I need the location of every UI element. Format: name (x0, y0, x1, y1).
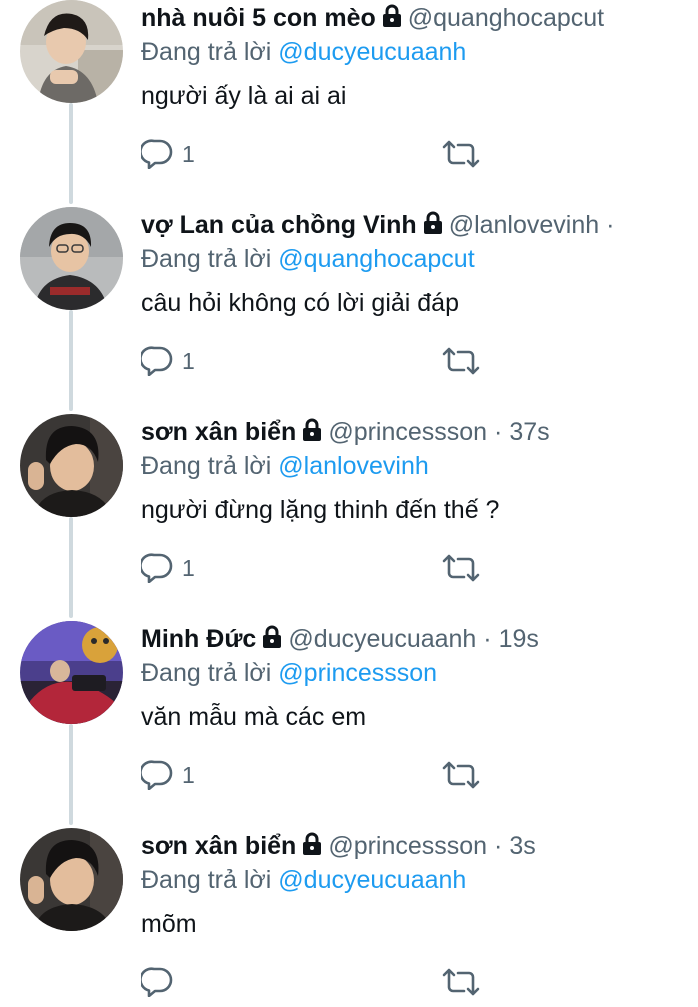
lock-icon (262, 625, 282, 655)
retweet-icon (442, 347, 480, 375)
retweet-icon (442, 761, 480, 789)
avatar[interactable] (20, 828, 123, 931)
tweet-header: Minh Đức @ducyeucuaanh · 19s (141, 623, 698, 655)
tweet[interactable]: nhà nuôi 5 con mèo @quanghocapcut Đang tr… (0, 0, 698, 207)
tweet-text: mõm (141, 910, 197, 938)
timestamp[interactable]: 19s (499, 625, 539, 653)
retweet-button[interactable] (441, 344, 481, 378)
reply-bubble-icon (141, 139, 173, 169)
retweet-button[interactable] (441, 965, 481, 999)
tweet[interactable]: sơn xân biển @princessson · 3s Đang trả l… (0, 828, 698, 1007)
retweet-button[interactable] (441, 551, 481, 585)
reply-bubble-icon (141, 967, 173, 997)
tweet-header: sơn xân biển @princessson · 37s (141, 416, 698, 448)
mention-link[interactable]: @lanlovevinh (278, 452, 428, 480)
display-name[interactable]: sơn xân biển (141, 418, 296, 446)
tweet-header: nhà nuôi 5 con mèo @quanghocapcut (141, 2, 698, 34)
mention-link[interactable]: @quanghocapcut (278, 245, 474, 273)
replying-to: Đang trả lời @ducyeucuaanh (141, 864, 698, 896)
lock-icon (302, 832, 322, 862)
mention-link[interactable]: @princessson (278, 659, 437, 687)
display-name[interactable]: nhà nuôi 5 con mèo (141, 4, 376, 32)
avatar[interactable] (20, 207, 123, 310)
user-handle[interactable]: @lanlovevinh (449, 211, 599, 239)
mention-link[interactable]: @ducyeucuaanh (278, 38, 466, 66)
lock-icon (382, 4, 402, 34)
lock-icon (302, 418, 322, 448)
reply-bubble-icon (141, 760, 173, 790)
replying-label: Đang trả lời (141, 38, 272, 66)
tweet[interactable]: Minh Đức @ducyeucuaanh · 19s Đang trả lời… (0, 621, 698, 828)
replying-to: Đang trả lời @ducyeucuaanh (141, 36, 698, 68)
avatar[interactable] (20, 0, 123, 103)
reply-button[interactable] (141, 965, 182, 999)
reply-bubble-icon (141, 346, 173, 376)
tweet-actions: 1 (141, 344, 541, 378)
replying-label: Đang trả lời (141, 866, 272, 894)
mention-link[interactable]: @ducyeucuaanh (278, 866, 466, 894)
tweet-actions: 1 (141, 551, 541, 585)
reply-button[interactable]: 1 (141, 758, 195, 792)
separator-dot: · (483, 625, 492, 653)
reply-count: 1 (182, 141, 195, 167)
replying-to: Đang trả lời @quanghocapcut (141, 243, 698, 275)
tweet-header: vợ Lan của chồng Vinh @lanlovevinh · (141, 209, 698, 241)
tweet-text: người đừng lặng thinh đến thế ? (141, 496, 500, 524)
tweet-actions: 1 (141, 137, 541, 171)
tweet-text: người ấy là ai ai ai (141, 82, 347, 110)
timestamp[interactable]: 37s (509, 418, 549, 446)
avatar[interactable] (20, 621, 123, 724)
tweet-text: câu hỏi không có lời giải đáp (141, 289, 459, 317)
tweet-actions: 1 (141, 758, 541, 792)
tweet-actions (141, 965, 541, 999)
replying-label: Đang trả lời (141, 659, 272, 687)
separator-dot: · (494, 832, 503, 860)
separator-dot: · (494, 418, 503, 446)
reply-bubble-icon (141, 553, 173, 583)
user-handle[interactable]: @princessson (328, 832, 487, 860)
replying-to: Đang trả lời @lanlovevinh (141, 450, 698, 482)
separator-dot: · (606, 211, 615, 239)
lock-icon (423, 211, 443, 241)
reply-button[interactable]: 1 (141, 344, 195, 378)
replying-label: Đang trả lời (141, 245, 272, 273)
reply-count: 1 (182, 555, 195, 581)
retweet-button[interactable] (441, 137, 481, 171)
avatar-image (20, 414, 123, 517)
avatar[interactable] (20, 414, 123, 517)
avatar-image (20, 0, 123, 103)
reply-button[interactable]: 1 (141, 551, 195, 585)
reply-count: 1 (182, 348, 195, 374)
avatar-image (20, 207, 123, 310)
user-handle[interactable]: @ducyeucuaanh (288, 625, 476, 653)
tweet-text: văn mẫu mà các em (141, 703, 367, 731)
avatar-image (20, 828, 123, 931)
replying-label: Đang trả lời (141, 452, 272, 480)
reply-button[interactable]: 1 (141, 137, 195, 171)
retweet-icon (442, 140, 480, 168)
tweet[interactable]: sơn xân biển @princessson · 37s Đang trả … (0, 414, 698, 621)
timestamp[interactable]: 3s (509, 832, 535, 860)
display-name[interactable]: vợ Lan của chồng Vinh (141, 211, 417, 239)
user-handle[interactable]: @princessson (328, 418, 487, 446)
replying-to: Đang trả lời @princessson (141, 657, 698, 689)
tweet-header: sơn xân biển @princessson · 3s (141, 830, 698, 862)
reply-thread: nhà nuôi 5 con mèo @quanghocapcut Đang tr… (0, 0, 698, 1007)
avatar-image (20, 621, 123, 724)
display-name[interactable]: Minh Đức (141, 625, 256, 653)
retweet-icon (442, 968, 480, 996)
retweet-icon (442, 554, 480, 582)
display-name[interactable]: sơn xân biển (141, 832, 296, 860)
tweet[interactable]: vợ Lan của chồng Vinh @lanlovevinh · Đang… (0, 207, 698, 414)
user-handle[interactable]: @quanghocapcut (408, 4, 604, 32)
retweet-button[interactable] (441, 758, 481, 792)
reply-count: 1 (182, 762, 195, 788)
